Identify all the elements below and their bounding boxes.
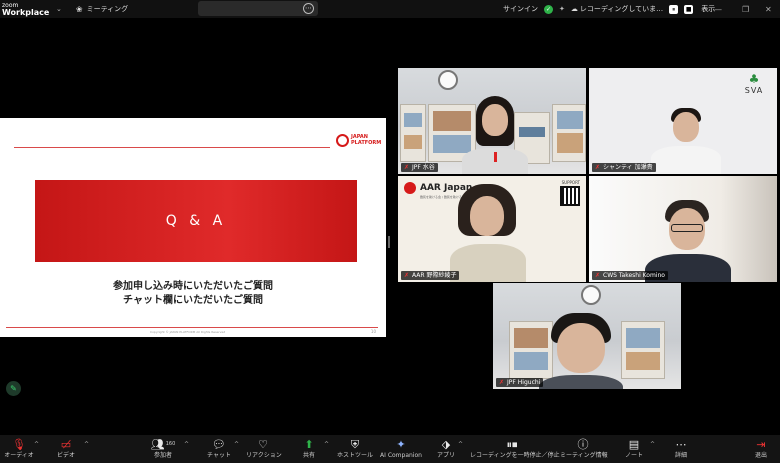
- info-icon: ⓘ: [577, 438, 589, 451]
- aar-logo: AAR Japan: [404, 182, 472, 194]
- sva-logo: ♣ SVA: [744, 72, 764, 95]
- pause-icon[interactable]: ⏸: [669, 4, 679, 14]
- notes-icon: ▤: [628, 438, 640, 451]
- mic-muted-icon: ✗: [404, 272, 410, 279]
- chevron-down-icon[interactable]: ⌄: [56, 5, 62, 13]
- qr-code: [560, 186, 580, 206]
- heart-icon: ♡: [258, 438, 268, 451]
- title-bar-right: サインイン ✓ ✦ ☁ レコーディングしていま… ⏸ ■ 表示: [503, 0, 721, 18]
- share-options-caret[interactable]: ^: [324, 441, 329, 448]
- slide-line-1: 参加申し込み時にいただいたご質問: [113, 281, 273, 292]
- brand-bottom: Workplace: [2, 8, 50, 17]
- notes-button[interactable]: ▤ ノート: [622, 437, 646, 460]
- mic-muted-icon: ✗: [595, 272, 601, 279]
- paw-icon: ❀: [75, 4, 83, 14]
- search-bar[interactable]: ⋯: [198, 1, 318, 16]
- mic-muted-icon: ✗: [404, 164, 410, 171]
- participants-button[interactable]: 👥︎160 参加者: [146, 437, 180, 460]
- slide-line-2: チャット欄にいただいたご質問: [123, 295, 263, 306]
- more-dots-icon: ⋯: [675, 438, 687, 451]
- audio-options-caret[interactable]: ^: [34, 441, 39, 448]
- participants-options-caret[interactable]: ^: [184, 441, 189, 448]
- sparkle-icon: ✦: [396, 438, 406, 451]
- slide-copyright: Copyright © JAPAN PLATFORM All Rights Re…: [150, 330, 226, 334]
- people-icon: 👥︎160: [150, 438, 176, 451]
- share-button[interactable]: ⬆ 共有: [296, 437, 322, 460]
- audio-button[interactable]: 🎙︎ オーディオ: [4, 437, 34, 460]
- apps-options-caret[interactable]: ^: [458, 441, 463, 448]
- chat-icon: 💬︎: [212, 438, 226, 451]
- participant-name-1: ✗ JPF 水谷: [401, 163, 438, 172]
- qa-banner: Q & A: [35, 180, 357, 262]
- mic-off-icon: 🎙︎: [12, 438, 26, 451]
- zoom-logo: zoom Workplace: [0, 2, 52, 17]
- shield-icon: ⛨: [350, 438, 360, 451]
- video-tile-2[interactable]: ♣ SVA ✗ シャンティ 加瀬貴: [589, 68, 777, 174]
- meeting-info-button[interactable]: ⓘ ミーティング情報: [560, 437, 608, 460]
- shared-screen: JAPAN PLATFORM Q & A 参加申し込み時にいただいたご質問 チャッ…: [0, 118, 386, 337]
- mic-muted-icon: ✗: [499, 379, 505, 386]
- mic-muted-icon: ✗: [595, 164, 601, 171]
- reactions-button[interactable]: ♡ リアクション: [246, 437, 282, 460]
- leave-button[interactable]: ⇥ 退出: [748, 437, 774, 460]
- wall-clock: [581, 285, 601, 305]
- video-tile-4[interactable]: ✗ CWS Takeshi Komino: [589, 176, 777, 282]
- chat-button[interactable]: 💬︎ チャット: [204, 437, 234, 460]
- minimize-icon[interactable]: —: [714, 0, 722, 18]
- recording-control-button[interactable]: ⏸⏹ レコーディングを一時停止／停止: [470, 437, 560, 460]
- video-tile-1[interactable]: ✗ JPF 水谷: [398, 68, 586, 174]
- meeting-tab[interactable]: ❀ ミーティング: [76, 4, 128, 14]
- slide-text: 参加申し込み時にいただいたご質問 チャット欄にいただいたご質問: [0, 280, 386, 308]
- participant-name-3: ✗ AAR 野際紗綾子: [401, 271, 460, 280]
- cloud-icon: ☁: [570, 5, 578, 13]
- slide-page-number: 10: [370, 329, 376, 334]
- sparkle-icon[interactable]: ✦: [559, 5, 565, 13]
- video-off-icon: ▭̸: [60, 438, 72, 451]
- exit-icon: ⇥: [756, 438, 766, 451]
- participant-name-5: ✗ JPF Higuchi: [496, 378, 544, 387]
- support-label: SUPPORT: [561, 180, 580, 185]
- video-options-caret[interactable]: ^: [84, 441, 89, 448]
- resize-handle[interactable]: [388, 236, 390, 248]
- shield-icon[interactable]: ✓: [544, 4, 553, 14]
- close-icon[interactable]: ✕: [765, 0, 772, 18]
- more-button[interactable]: ⋯ 詳細: [670, 437, 692, 460]
- video-tile-3[interactable]: AAR Japan 難民を助ける会 / 難民を助ける会 SUPPORT ✗ AAR…: [398, 176, 586, 282]
- pause-stop-icon: ⏸⏹: [506, 438, 518, 451]
- stop-icon[interactable]: ■: [684, 4, 694, 14]
- video-button[interactable]: ▭̸ ビデオ: [52, 437, 80, 460]
- annotate-pencil-icon[interactable]: ✎: [6, 381, 21, 396]
- share-arrow-icon: ⬆: [304, 438, 314, 451]
- participant-name-4: ✗ CWS Takeshi Komino: [592, 271, 668, 280]
- meeting-label: ミーティング: [86, 5, 129, 13]
- participant-name-2: ✗ シャンティ 加瀬貴: [592, 163, 656, 172]
- maximize-icon[interactable]: ❐: [742, 0, 749, 18]
- wall-clock: [438, 70, 458, 90]
- host-tools-button[interactable]: ⛨ ホストツール: [336, 437, 374, 460]
- chat-options-caret[interactable]: ^: [234, 441, 239, 448]
- video-tile-5[interactable]: ✗ JPF Higuchi: [493, 283, 681, 389]
- ai-companion-button[interactable]: ✦ AI Companion: [380, 437, 422, 460]
- slide-bottom-rule: [6, 327, 378, 328]
- signin-link[interactable]: サインイン: [503, 4, 538, 14]
- meeting-toolbar: 🎙︎ オーディオ ^ ▭̸ ビデオ ^ 👥︎160 参加者 ^ 💬︎ チャット …: [0, 435, 780, 463]
- slide-top-rule: [14, 147, 330, 148]
- apps-icon: ⬗: [441, 438, 451, 451]
- aar-subtitle: 難民を助ける会 / 難民を助ける会: [420, 195, 465, 199]
- notes-options-caret[interactable]: ^: [650, 441, 655, 448]
- japan-platform-logo: JAPAN PLATFORM: [336, 132, 381, 150]
- more-dots-icon[interactable]: ⋯: [303, 3, 314, 14]
- recording-status: レコーディングしていま…: [579, 5, 664, 13]
- apps-button[interactable]: ⬗ アプリ: [434, 437, 458, 460]
